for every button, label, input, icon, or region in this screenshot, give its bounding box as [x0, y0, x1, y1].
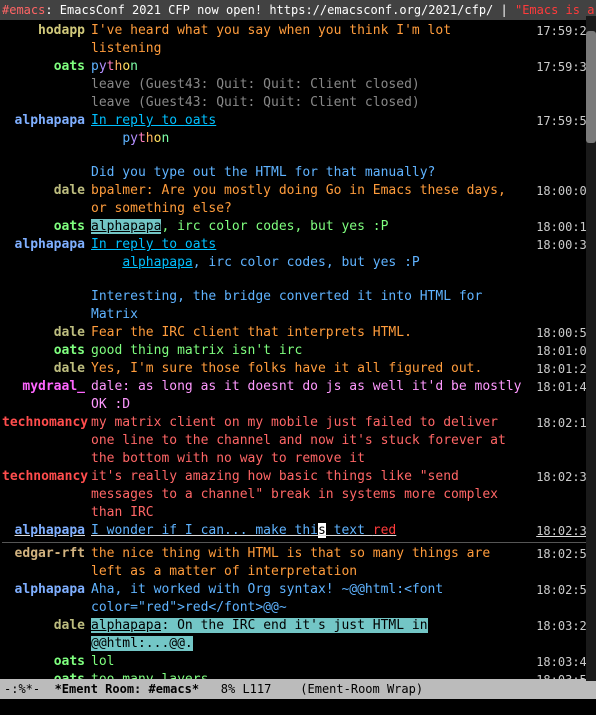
- nick[interactable]: oats: [2, 58, 91, 76]
- header-topic: #emacs: EmacsConf 2021 CFP now open! htt…: [0, 0, 596, 20]
- message-text: it's really amazing how basic things lik…: [91, 468, 532, 522]
- mode-line: -:%*- *Ement Room: #emacs* 8% L117 (Emen…: [0, 679, 596, 699]
- message-text: In reply to oats alphapapa, irc color co…: [91, 236, 532, 272]
- message-text: bpalmer: Are you mostly doing Go in Emac…: [91, 182, 532, 218]
- chat-message: technomancy it's really amazing how basi…: [2, 468, 596, 522]
- major-mode: (Ement-Room Wrap): [300, 682, 423, 696]
- message-text: Aha, it worked with Org syntax! ~@@html:…: [91, 581, 532, 617]
- channel-name: #emacs: [2, 3, 45, 17]
- chat-message: dale Yes, I'm sure those folks have it a…: [2, 360, 596, 378]
- chat-message: alphapapa In reply to oats python 17:59:…: [2, 112, 596, 148]
- chat-message-current: alphapapa I wonder if I can... make this…: [2, 522, 596, 540]
- message-text: alphapapa, irc color codes, but yes :P: [91, 218, 532, 236]
- line-number: L117: [242, 682, 271, 696]
- chat-message: oats lol 18:03:46: [2, 653, 596, 671]
- chat-area[interactable]: hodapp I've heard what you say when you …: [0, 20, 596, 679]
- mention[interactable]: alphapapa: [91, 219, 161, 234]
- nick[interactable]: technomancy: [2, 414, 91, 432]
- nick[interactable]: dale: [2, 360, 91, 378]
- message-text: dale: as long as it doesnt do js as well…: [91, 378, 532, 414]
- text-cursor: s: [318, 523, 326, 538]
- nick[interactable]: dale: [2, 182, 91, 200]
- message-text: I wonder if I can... make this text red: [91, 522, 532, 540]
- minibuffer[interactable]: [0, 699, 596, 715]
- message-text: Fear the IRC client that interprets HTML…: [91, 324, 532, 342]
- message-text: alphapapa: On the IRC end it's just HTML…: [91, 617, 532, 653]
- reply-link[interactable]: In reply to: [91, 237, 185, 252]
- separator-line: [2, 542, 596, 543]
- message-text: I've heard what you say when you think I…: [91, 22, 532, 58]
- chat-message: dale Fear the IRC client that interprets…: [2, 324, 596, 342]
- nick[interactable]: mydraal_: [2, 378, 91, 396]
- nick[interactable]: edgar-rft: [2, 545, 91, 563]
- nick[interactable]: technomancy: [2, 468, 91, 486]
- buffer-name: *Ement Room: #emacs*: [55, 682, 200, 696]
- reply-target[interactable]: oats: [185, 237, 216, 252]
- chat-message: oats python 17:59:31: [2, 58, 596, 76]
- system-message: leave (Guest43: Quit: Quit: Client close…: [2, 76, 596, 94]
- chat-message: technomancy my matrix client on my mobil…: [2, 414, 596, 468]
- message-text: lol: [91, 653, 532, 671]
- message-text: Yes, I'm sure those folks have it all fi…: [91, 360, 532, 378]
- message-text: python: [91, 58, 532, 76]
- nick[interactable]: alphapapa: [2, 236, 91, 254]
- nick[interactable]: oats: [2, 671, 91, 679]
- message-text: In reply to oats python: [91, 112, 532, 148]
- chat-message: alphapapa Aha, it worked with Org syntax…: [2, 581, 596, 617]
- chat-message: hodapp I've heard what you say when you …: [2, 22, 596, 58]
- chat-message: oats good thing matrix isn't irc 18:01:0…: [2, 342, 596, 360]
- message-text: my matrix client on my mobile just faile…: [91, 414, 532, 468]
- nick[interactable]: alphapapa: [2, 112, 91, 130]
- chat-message: dale bpalmer: Are you mostly doing Go in…: [2, 182, 596, 218]
- nick[interactable]: dale: [2, 324, 91, 342]
- message-text: too many layers: [91, 671, 532, 679]
- chat-message: Did you type out the HTML for that manua…: [2, 164, 596, 182]
- nick[interactable]: alphapapa: [2, 581, 91, 599]
- chat-message: alphapapa In reply to oats alphapapa, ir…: [2, 236, 596, 272]
- nick[interactable]: alphapapa: [2, 522, 91, 540]
- mention[interactable]: alphapapa: [91, 618, 161, 633]
- scrollbar[interactable]: [586, 16, 596, 681]
- chat-message: dale alphapapa: On the IRC end it's just…: [2, 617, 596, 653]
- scroll-percent: 8%: [221, 682, 235, 696]
- nick[interactable]: oats: [2, 342, 91, 360]
- mention-link[interactable]: alphapapa: [122, 255, 192, 270]
- nick[interactable]: hodapp: [2, 22, 91, 40]
- reply-target[interactable]: oats: [185, 113, 216, 128]
- message-text: good thing matrix isn't irc: [91, 342, 532, 360]
- scrollbar-thumb[interactable]: [586, 31, 596, 143]
- chat-message: Interesting, the bridge converted it int…: [2, 288, 596, 324]
- nick[interactable]: dale: [2, 617, 91, 635]
- chat-message: oats too many layers 18:03:52: [2, 671, 596, 679]
- chat-message: oats alphapapa, irc color codes, but yes…: [2, 218, 596, 236]
- nick[interactable]: oats: [2, 653, 91, 671]
- message-text: the nice thing with HTML is that so many…: [91, 545, 532, 581]
- chat-message: mydraal_ dale: as long as it doesnt do j…: [2, 378, 596, 414]
- chat-message: edgar-rft the nice thing with HTML is th…: [2, 545, 596, 581]
- system-message: leave (Guest43: Quit: Quit: Client close…: [2, 94, 596, 112]
- reply-link[interactable]: In reply to: [91, 113, 185, 128]
- nick[interactable]: oats: [2, 218, 91, 236]
